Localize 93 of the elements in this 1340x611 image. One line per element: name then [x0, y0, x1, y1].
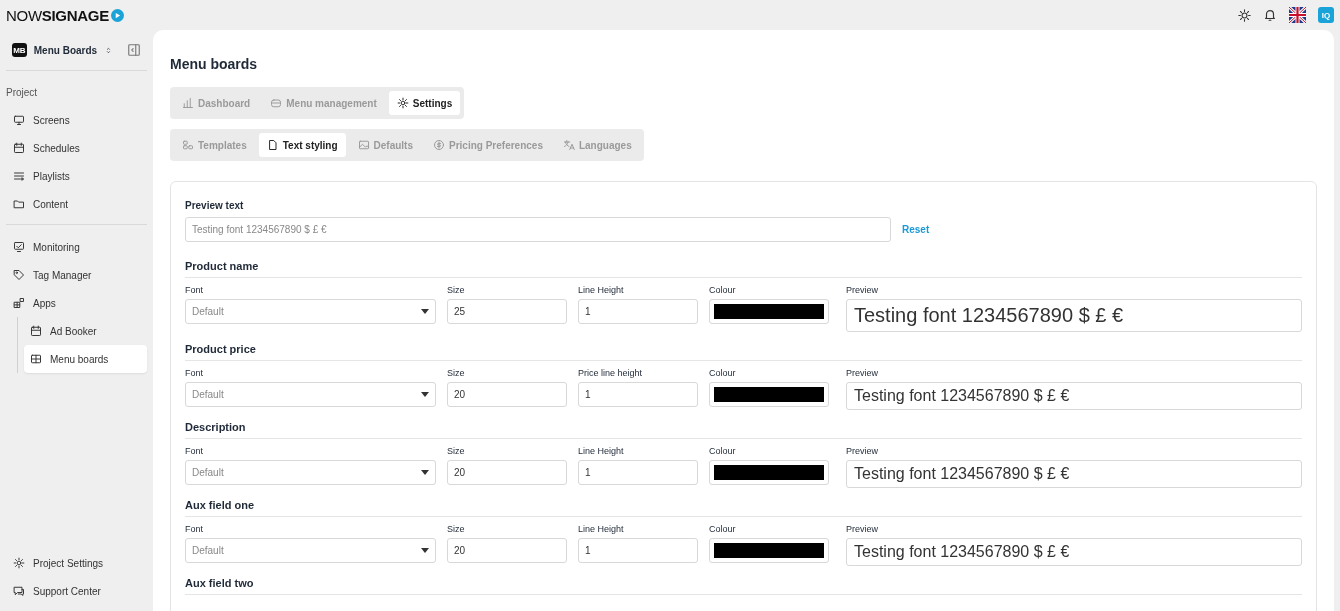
field-label: Font: [185, 524, 204, 534]
section-title: Aux field one: [185, 499, 1302, 517]
bell-icon: [1263, 8, 1277, 22]
sidebar-toggle-icon: [127, 43, 141, 57]
caret-icon: [421, 392, 429, 397]
field-label: Price line height: [578, 368, 644, 378]
size-field[interactable]: 20: [447, 460, 567, 485]
sun-icon: [1238, 8, 1251, 22]
caret-icon: [421, 309, 429, 314]
field-label: Size: [447, 368, 466, 378]
section-label: Project: [6, 87, 39, 98]
monitor-icon: [13, 241, 25, 253]
field-label: Font: [185, 285, 204, 295]
sidebar-item[interactable]: Apps: [6, 289, 147, 317]
chat-icon: [13, 585, 25, 597]
sidebar-item[interactable]: Screens: [6, 106, 147, 134]
field-label: Preview: [846, 368, 879, 378]
template-icon: [182, 139, 194, 151]
list-icon: [13, 170, 25, 182]
preview-text-field[interactable]: Testing font 1234567890 $ £ €: [185, 217, 891, 242]
dollar-icon: [433, 139, 445, 151]
sidebar-item[interactable]: Menu boards: [24, 345, 147, 373]
font-dropdown[interactable]: Default: [185, 382, 436, 407]
section-title: Product name: [185, 260, 1302, 278]
settings-icon: [13, 557, 25, 569]
section-title: Product price: [185, 343, 1302, 361]
size-field[interactable]: 20: [447, 538, 567, 563]
font-preview: Testing font 1234567890 $ £ €: [846, 460, 1302, 488]
colour-picker[interactable]: [709, 460, 829, 485]
line-height-field[interactable]: 1: [578, 460, 698, 485]
section-title: Description: [185, 421, 1302, 439]
workspace-badge: MB: [12, 43, 27, 57]
caret-icon: [421, 470, 429, 475]
field-label: Colour: [709, 368, 737, 378]
colour-picker[interactable]: [709, 382, 829, 407]
settings-icon: [396, 97, 409, 109]
translate-icon: [562, 139, 575, 151]
apps-icon: [13, 297, 25, 309]
tag-icon: [13, 269, 25, 281]
tab[interactable]: Settings: [388, 91, 461, 115]
font-dropdown[interactable]: Default: [185, 538, 436, 563]
font-preview: Testing font 1234567890 $ £ €: [846, 382, 1302, 410]
size-field[interactable]: 20: [447, 382, 567, 407]
sidebar-item[interactable]: Tag Manager: [6, 261, 147, 289]
font-preview: Testing font 1234567890 $ £ €: [846, 538, 1302, 566]
line-height-field[interactable]: 1: [578, 299, 698, 324]
sidebar-item[interactable]: Monitoring: [6, 233, 147, 261]
sidebar-item[interactable]: Schedules: [6, 134, 147, 162]
caret-icon: [421, 548, 429, 553]
field-label: Preview: [846, 446, 879, 456]
calendar-icon: [13, 142, 25, 154]
sidebar-item[interactable]: Ad Booker: [24, 317, 147, 345]
field-label: Size: [447, 446, 466, 456]
image-icon: [357, 139, 370, 151]
colour-picker[interactable]: [709, 299, 829, 324]
field-label: Colour: [709, 285, 737, 295]
bar-chart-icon: [182, 97, 194, 109]
sidebar-item[interactable]: Content: [6, 190, 147, 218]
field-label: Preview: [846, 524, 879, 534]
folder-icon: [13, 198, 25, 210]
sidebar-item[interactable]: Support Center: [6, 577, 147, 605]
line-height-field[interactable]: 1: [578, 538, 698, 563]
field-label: Colour: [709, 446, 737, 456]
sidebar-item[interactable]: Playlists: [6, 162, 147, 190]
grid-icon: [30, 353, 42, 365]
field-label: Colour: [709, 524, 737, 534]
sidebar-item[interactable]: Project Settings: [6, 549, 147, 577]
font-dropdown[interactable]: Default: [185, 299, 436, 324]
page-title: Menu boards: [170, 56, 259, 72]
font-dropdown[interactable]: Default: [185, 460, 436, 485]
workspace-name[interactable]: Menu Boards: [33, 44, 98, 56]
field-label: Line Height: [578, 446, 625, 456]
monitor-icon: [13, 114, 25, 126]
document-icon: [266, 139, 279, 151]
flag-icon[interactable]: [1289, 7, 1306, 23]
colour-picker[interactable]: [709, 538, 829, 563]
calendar-icon: [30, 325, 42, 337]
field-label: Font: [185, 368, 204, 378]
field-label: Line Height: [578, 524, 625, 534]
section-title: Aux field two: [185, 577, 1302, 595]
field-label: Preview text: [185, 200, 245, 211]
field-label: Size: [447, 285, 466, 295]
tab[interactable]: Text styling: [258, 133, 346, 157]
field-label: Preview: [846, 285, 879, 295]
chevron-updown-icon: [104, 45, 113, 55]
field-label: Size: [447, 524, 466, 534]
logo: NOWSIGNAGE: [6, 6, 124, 24]
field-label: Font: [185, 446, 204, 456]
field-label: Line Height: [578, 285, 625, 295]
font-preview: Testing font 1234567890 $ £ €: [846, 299, 1302, 332]
line-height-field[interactable]: 1: [578, 382, 698, 407]
tray-icon: [270, 97, 283, 109]
size-field[interactable]: 25: [447, 299, 567, 324]
